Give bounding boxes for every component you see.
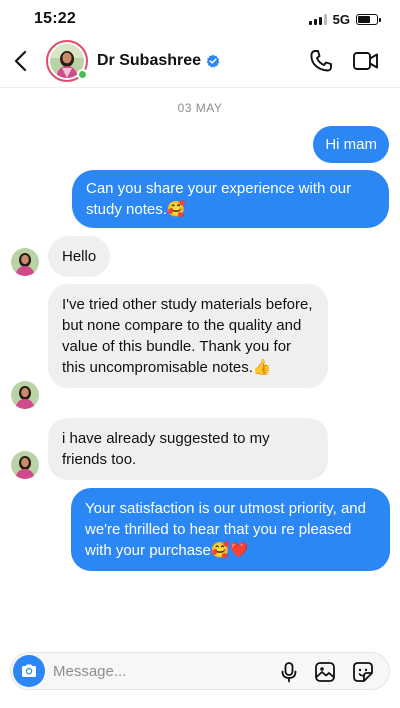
contact-name: Dr Subashree (97, 52, 202, 69)
camera-icon (22, 664, 36, 677)
back-button[interactable] (10, 48, 34, 74)
message-input[interactable] (53, 661, 253, 681)
message-text: Hello (62, 248, 97, 265)
signal-icon (308, 14, 327, 25)
camera-button[interactable] (13, 655, 45, 687)
gallery-icon (315, 662, 335, 682)
battery-icon (356, 14, 381, 25)
sender-avatar[interactable] (11, 248, 39, 276)
message-text: Your satisfaction is our utmost priority… (85, 500, 366, 559)
video-call-button[interactable] (352, 48, 380, 74)
sticker-button[interactable] (351, 660, 375, 684)
status-time: 15:22 (34, 10, 76, 27)
message-bubble-outgoing[interactable]: Can you share your experience with our s… (72, 170, 389, 228)
sticker-icon (353, 662, 373, 682)
call-button[interactable] (308, 48, 334, 74)
sender-avatar[interactable] (11, 381, 39, 409)
message-text: I've tried other study materials before,… (62, 296, 313, 376)
mic-icon (281, 662, 297, 683)
status-bar: 15:22 5G (0, 0, 400, 40)
phone-icon (310, 50, 332, 72)
video-icon (353, 52, 378, 70)
contact-name-wrap[interactable]: Dr Subashree (97, 52, 220, 70)
back-icon (14, 50, 27, 72)
message-text: Can you share your experience with our s… (86, 180, 352, 218)
message-bubble-incoming[interactable]: I've tried other study materials before,… (48, 284, 328, 388)
message-bubble-incoming[interactable]: Hello (48, 236, 111, 277)
message-bubble-incoming[interactable]: i have already suggested to my friends t… (48, 418, 328, 480)
status-indicators: 5G (308, 12, 381, 27)
message-text: i have already suggested to my friends t… (62, 430, 270, 468)
message-bubble-outgoing[interactable]: Hi mam (313, 126, 389, 163)
message-text: Hi mam (325, 136, 377, 153)
verified-icon (206, 54, 220, 68)
message-bubble-outgoing[interactable]: Your satisfaction is our utmost priority… (71, 488, 390, 571)
gallery-button[interactable] (313, 660, 337, 684)
battery-fill (358, 16, 370, 23)
message-composer (10, 652, 390, 690)
sender-avatar[interactable] (11, 451, 39, 479)
online-indicator (77, 69, 88, 80)
date-separator: 03 MAY (177, 101, 223, 115)
network-label: 5G (332, 12, 350, 27)
voice-message-button[interactable] (277, 660, 301, 684)
contact-avatar[interactable] (46, 40, 88, 82)
chat-header: Dr Subashree (0, 38, 400, 88)
